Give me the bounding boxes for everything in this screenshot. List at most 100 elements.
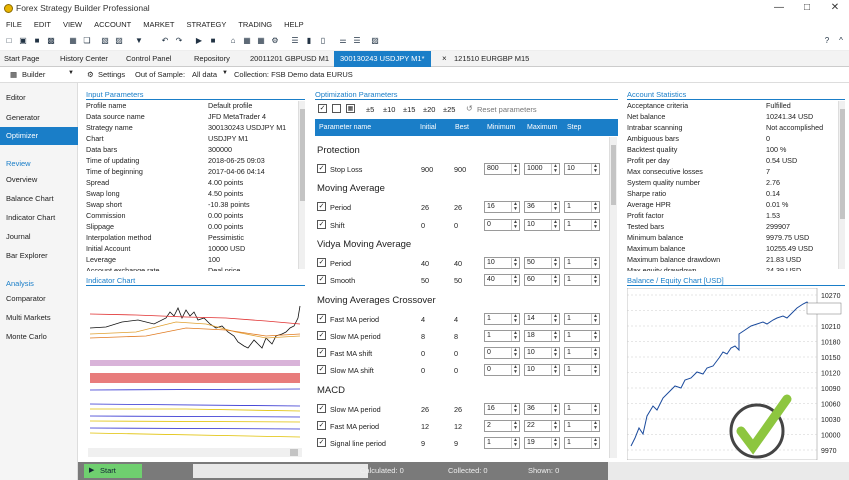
copy-icon[interactable]: ❏ [82, 36, 92, 46]
spinner-arrows-icon[interactable]: ▲ ▼ [511, 348, 519, 359]
menu-edit[interactable]: EDIT [28, 18, 57, 31]
close-button[interactable]: ✕ [821, 1, 849, 15]
tab-gbpusd[interactable]: 20011201 GBPUSD M1 [248, 51, 331, 67]
spinner-arrows-icon[interactable]: ▲ ▼ [591, 348, 599, 359]
bar-chart-icon[interactable]: ⚌ [338, 36, 348, 46]
account-stats-scrollbar[interactable] [838, 101, 845, 269]
param-checkbox[interactable]: ✓ [317, 313, 326, 323]
pm15-button[interactable]: ±15 [403, 105, 415, 114]
param-minimum[interactable]: 1 ▲ ▼ [484, 437, 520, 450]
spinner-arrows-icon[interactable]: ▲ ▼ [591, 438, 599, 449]
chevron-down-icon[interactable]: ▼ [68, 70, 74, 76]
settings-button[interactable]: Settings [98, 70, 125, 79]
spinner-arrows-icon[interactable]: ▲ ▼ [591, 257, 599, 268]
columns-icon[interactable]: ▮ [304, 36, 314, 46]
spinner-arrows-icon[interactable]: ▲ ▼ [511, 164, 519, 174]
param-step[interactable]: 1 ▲ ▼ [564, 329, 600, 342]
tab-history-center[interactable]: History Center [58, 51, 110, 67]
param-maximum[interactable]: 14 ▲ ▼ [524, 312, 560, 325]
spinner-arrows-icon[interactable]: ▲ ▼ [511, 257, 519, 268]
param-maximum[interactable]: 1000 ▲ ▼ [524, 163, 560, 175]
spinner-arrows-icon[interactable]: ▲ ▼ [591, 219, 599, 230]
tab-usdjpy[interactable]: 300130243 USDJPY M1* [334, 51, 431, 67]
sidebar-item-bar-explorer[interactable]: Bar Explorer [6, 251, 48, 260]
param-minimum[interactable]: 1 ▲ ▼ [484, 329, 520, 342]
param-checkbox[interactable]: ✓ [317, 348, 326, 358]
table-icon[interactable]: ▦ [346, 104, 355, 113]
spinner-arrows-icon[interactable]: ▲ ▼ [511, 313, 519, 324]
new-strategy-icon[interactable]: □ [4, 36, 14, 46]
tools-icon[interactable]: ▼ [134, 36, 144, 46]
undo-icon[interactable]: ↶ [160, 36, 170, 46]
param-checkbox[interactable]: ✓ [317, 403, 326, 413]
param-minimum[interactable]: 0 ▲ ▼ [484, 347, 520, 360]
param-checkbox[interactable]: ✓ [317, 257, 326, 267]
param-maximum[interactable]: 36 ▲ ▼ [524, 402, 560, 415]
spinner-arrows-icon[interactable]: ▲ ▼ [551, 348, 559, 359]
spinner-arrows-icon[interactable]: ▲ ▼ [511, 330, 519, 341]
param-checkbox[interactable]: ✓ [317, 365, 326, 375]
param-minimum[interactable]: 10 ▲ ▼ [484, 256, 520, 269]
param-checkbox[interactable]: ✓ [317, 330, 326, 340]
param-checkbox[interactable]: ✓ [317, 164, 326, 173]
param-minimum[interactable]: 16 ▲ ▼ [484, 201, 520, 214]
home-icon[interactable]: ⌂ [228, 36, 238, 46]
input-params-scrollbar[interactable] [298, 101, 305, 269]
spinner-arrows-icon[interactable]: ▲ ▼ [511, 202, 519, 213]
sidebar-item-generator[interactable]: Generator [6, 113, 40, 122]
param-maximum[interactable]: 10 ▲ ▼ [524, 364, 560, 377]
sidebar-item-journal[interactable]: Journal [6, 232, 31, 241]
param-step[interactable]: 1 ▲ ▼ [564, 274, 600, 287]
param-checkbox[interactable]: ✓ [317, 275, 326, 285]
param-maximum[interactable]: 10 ▲ ▼ [524, 218, 560, 231]
spinner-arrows-icon[interactable]: ▲ ▼ [591, 330, 599, 341]
sidebar-item-balance-chart[interactable]: Balance Chart [6, 194, 54, 203]
paste-icon[interactable]: ▧ [100, 36, 110, 46]
spinner-arrows-icon[interactable]: ▲ ▼ [551, 365, 559, 376]
scroll-thumb[interactable] [300, 109, 305, 201]
tab-control-panel[interactable]: Control Panel [124, 51, 173, 67]
pm20-button[interactable]: ±20 [423, 105, 435, 114]
spinner-arrows-icon[interactable]: ▲ ▼ [551, 438, 559, 449]
param-maximum[interactable]: 10 ▲ ▼ [524, 347, 560, 360]
save-as-icon[interactable]: ▩ [46, 36, 56, 46]
maximize-button[interactable]: □ [793, 1, 821, 15]
indicator-chart[interactable] [86, 288, 305, 460]
menu-strategy[interactable]: STRATEGY [180, 18, 232, 31]
menu-file[interactable]: FILE [0, 18, 28, 31]
spinner-arrows-icon[interactable]: ▲ ▼ [591, 164, 599, 174]
list-icon[interactable]: ☰ [290, 36, 300, 46]
sidebar-item-monte-carlo[interactable]: Monte Carlo [6, 332, 47, 341]
param-checkbox[interactable]: ✓ [317, 219, 326, 229]
spinner-arrows-icon[interactable]: ▲ ▼ [591, 275, 599, 286]
document-icon[interactable]: ▯ [318, 36, 328, 46]
calculator-icon[interactable]: ▦ [242, 36, 252, 46]
spinner-arrows-icon[interactable]: ▲ ▼ [591, 421, 599, 431]
menu-trading[interactable]: TRADING [232, 18, 278, 31]
spinner-arrows-icon[interactable]: ▲ ▼ [551, 219, 559, 230]
spinner-arrows-icon[interactable]: ▲ ▼ [551, 275, 559, 286]
spinner-arrows-icon[interactable]: ▲ ▼ [551, 330, 559, 341]
param-maximum[interactable]: 22 ▲ ▼ [524, 420, 560, 432]
spinner-arrows-icon[interactable]: ▲ ▼ [551, 403, 559, 414]
spinner-arrows-icon[interactable]: ▲ ▼ [551, 421, 559, 431]
param-minimum[interactable]: 800 ▲ ▼ [484, 163, 520, 175]
tab-repository[interactable]: Repository [192, 51, 232, 67]
param-step[interactable]: 1 ▲ ▼ [564, 218, 600, 231]
param-maximum[interactable]: 36 ▲ ▼ [524, 201, 560, 214]
spinner-arrows-icon[interactable]: ▲ ▼ [551, 313, 559, 324]
param-minimum[interactable]: 1 ▲ ▼ [484, 312, 520, 325]
spinner-arrows-icon[interactable]: ▲ ▼ [551, 202, 559, 213]
play-icon[interactable]: ▶ [194, 36, 204, 46]
stop-icon[interactable]: ■ [208, 36, 218, 46]
pm5-button[interactable]: ±5 [366, 105, 374, 114]
pm10-button[interactable]: ±10 [383, 105, 395, 114]
save-icon[interactable]: ■ [32, 36, 42, 46]
pm25-button[interactable]: ±25 [443, 105, 455, 114]
minimize-button[interactable]: — [765, 1, 793, 15]
param-minimum[interactable]: 0 ▲ ▼ [484, 364, 520, 377]
tab-close-icon[interactable]: × [440, 51, 449, 67]
sidebar-item-overview[interactable]: Overview [6, 175, 37, 184]
spinner-arrows-icon[interactable]: ▲ ▼ [591, 202, 599, 213]
settings-gear-icon[interactable]: ⚙ [87, 70, 94, 79]
